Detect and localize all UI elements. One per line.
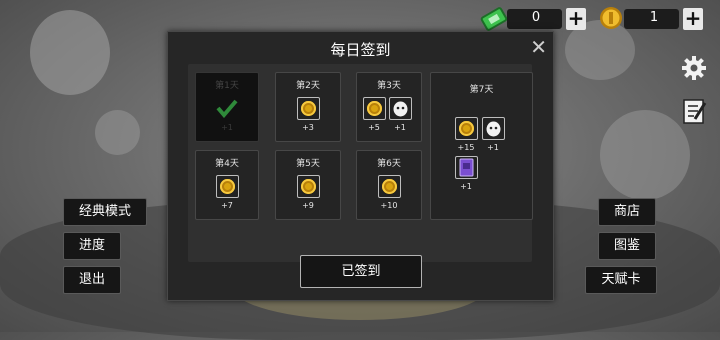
day-label: 第3天 bbox=[377, 81, 401, 91]
bg-monster bbox=[600, 110, 690, 200]
coin-reward bbox=[378, 175, 401, 198]
talent-card-icon bbox=[459, 158, 474, 177]
coin-reward bbox=[297, 175, 320, 198]
day-label: 第2天 bbox=[296, 81, 320, 91]
coin-icon bbox=[367, 101, 382, 116]
day-label: 第5天 bbox=[296, 159, 320, 169]
ghost-creature-icon bbox=[486, 121, 501, 137]
add-ticket-button[interactable]: + bbox=[566, 8, 586, 30]
reward-amount: +15 bbox=[457, 143, 475, 152]
add-coin-button[interactable]: + bbox=[683, 8, 703, 30]
check-icon bbox=[216, 99, 238, 118]
reward-amount: +1 bbox=[460, 182, 472, 191]
talent-card-button[interactable]: 天赋卡 bbox=[585, 266, 657, 294]
ticket-count: 0 bbox=[531, 10, 541, 25]
classic-mode-button[interactable]: 经典模式 bbox=[63, 198, 147, 226]
reward-amount: +3 bbox=[302, 123, 314, 132]
reward-amount: +10 bbox=[380, 201, 398, 210]
reward-amount: +1 bbox=[487, 143, 499, 152]
day-4-card[interactable]: 第4天 +7 bbox=[195, 150, 259, 220]
day-2-card[interactable]: 第2天 +3 bbox=[275, 72, 341, 142]
coin-icon bbox=[600, 7, 622, 29]
day-label: 第6天 bbox=[377, 159, 401, 169]
reward-amount: +1 bbox=[394, 123, 406, 132]
daily-signin-dialog: 每日签到 ✕ 第1天 +1 第2天 +3 第3天 +5 +1 第4天 +7 第5… bbox=[167, 31, 554, 301]
coin-reward bbox=[455, 117, 478, 140]
coin-reward bbox=[363, 97, 386, 120]
creature-reward bbox=[482, 117, 505, 140]
coin-count: 1 bbox=[649, 10, 659, 25]
coin-reward bbox=[297, 97, 320, 120]
day-1-card[interactable]: 第1天 +1 bbox=[195, 72, 259, 142]
gear-icon[interactable] bbox=[681, 55, 707, 81]
signed-in-button[interactable]: 已签到 bbox=[300, 255, 422, 288]
day-3-card[interactable]: 第3天 +5 +1 bbox=[356, 72, 422, 142]
card-reward bbox=[455, 156, 478, 179]
codex-button[interactable]: 图鉴 bbox=[598, 232, 656, 260]
day-label: 第7天 bbox=[469, 85, 494, 95]
bg-monster bbox=[30, 10, 110, 95]
dialog-title: 每日签到 bbox=[330, 41, 391, 59]
close-icon[interactable]: ✕ bbox=[530, 35, 547, 59]
exit-button[interactable]: 退出 bbox=[63, 266, 121, 294]
day-label: 第1天 bbox=[215, 81, 239, 91]
ghost-creature-icon bbox=[393, 101, 408, 117]
reward-amount: +1 bbox=[221, 123, 233, 132]
day-6-card[interactable]: 第6天 +10 bbox=[356, 150, 422, 220]
progress-button[interactable]: 进度 bbox=[63, 232, 121, 260]
ticket-icon bbox=[480, 7, 508, 31]
coin-icon bbox=[301, 101, 316, 116]
day-7-card[interactable]: 第7天 +15 +1 +1 bbox=[430, 72, 533, 220]
coin-icon bbox=[301, 179, 316, 194]
coin-icon bbox=[220, 179, 235, 194]
day-5-card[interactable]: 第5天 +9 bbox=[275, 150, 341, 220]
coin-icon bbox=[382, 179, 397, 194]
reward-amount: +9 bbox=[302, 201, 314, 210]
day-label: 第4天 bbox=[215, 159, 239, 169]
reward-grid: 第1天 +1 第2天 +3 第3天 +5 +1 第4天 +7 第5天 +9 第6… bbox=[188, 64, 533, 262]
reward-amount: +7 bbox=[221, 201, 233, 210]
bg-monster bbox=[95, 110, 140, 155]
coin-icon bbox=[459, 121, 474, 136]
notepad-icon[interactable] bbox=[682, 97, 708, 125]
creature-reward bbox=[389, 97, 412, 120]
shop-button[interactable]: 商店 bbox=[598, 198, 656, 226]
coin-reward bbox=[216, 175, 239, 198]
